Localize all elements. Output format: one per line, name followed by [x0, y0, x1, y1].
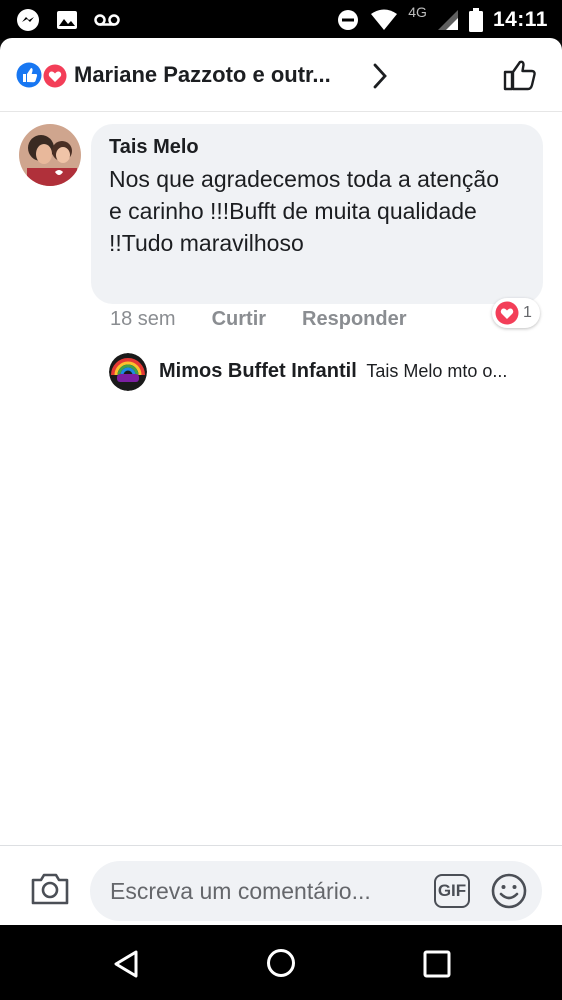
back-icon[interactable]: [112, 949, 140, 984]
chevron-right-icon[interactable]: [370, 62, 390, 95]
comment-text: Nos que agradecemos toda a atenção e car…: [109, 166, 499, 256]
reactors-title[interactable]: Mariane Pazzoto e outr...: [74, 62, 331, 88]
voicemail-icon: [94, 13, 120, 27]
recent-apps-icon[interactable]: [423, 950, 451, 983]
status-bar: 4G 14:11: [0, 0, 562, 40]
like-comment-button[interactable]: Curtir: [212, 308, 266, 331]
comment-input-placeholder: Escreva um comentário...: [110, 878, 371, 904]
cell-signal-icon: [437, 9, 459, 31]
battery-icon: [468, 8, 483, 32]
comment-bubble[interactable]: Tais Melo Nos que agradecemos toda a ate…: [91, 124, 543, 304]
reaction-count: 1: [523, 304, 532, 321]
like-reaction-icon: [16, 62, 42, 88]
commenter-avatar[interactable]: [19, 124, 81, 186]
navigation-bar: [0, 925, 562, 1000]
reaction-summary[interactable]: [16, 62, 68, 89]
comments-sheet: Mariane Pazzoto e outr... Tais Melo Nos …: [0, 38, 562, 925]
reply-avatar[interactable]: [109, 353, 147, 391]
emoji-icon[interactable]: [490, 872, 528, 915]
comment-composer: Escreva um comentário... GIF: [0, 845, 562, 925]
love-reaction-icon: [42, 63, 68, 89]
home-icon[interactable]: [266, 948, 296, 983]
comments-header: Mariane Pazzoto e outr...: [0, 38, 562, 112]
reply-snippet: Tais Melo mto o...: [366, 361, 508, 381]
wifi-icon: [370, 9, 398, 31]
image-icon: [56, 10, 78, 30]
messenger-icon: [16, 8, 40, 32]
reply-preview[interactable]: Mimos Buffet Infantil Tais Melo mto o...: [159, 360, 507, 383]
comment-timestamp[interactable]: 18 sem: [110, 308, 176, 331]
comment-author[interactable]: Tais Melo: [109, 136, 525, 159]
comment-actions: 18 sem Curtir Responder: [110, 308, 407, 331]
reply-author[interactable]: Mimos Buffet Infantil: [159, 360, 357, 382]
camera-icon[interactable]: [30, 872, 70, 911]
clock: 14:11: [492, 8, 548, 31]
do-not-disturb-icon: [336, 8, 360, 32]
love-reaction-icon: [495, 301, 519, 325]
comment-input[interactable]: Escreva um comentário... GIF: [90, 861, 542, 921]
reply-comment-button[interactable]: Responder: [302, 308, 406, 331]
comment-reaction-badge[interactable]: 1: [492, 298, 540, 328]
thumbs-up-icon[interactable]: [502, 58, 538, 97]
gif-button[interactable]: GIF: [434, 874, 470, 908]
network-type-label: 4G: [408, 4, 427, 20]
